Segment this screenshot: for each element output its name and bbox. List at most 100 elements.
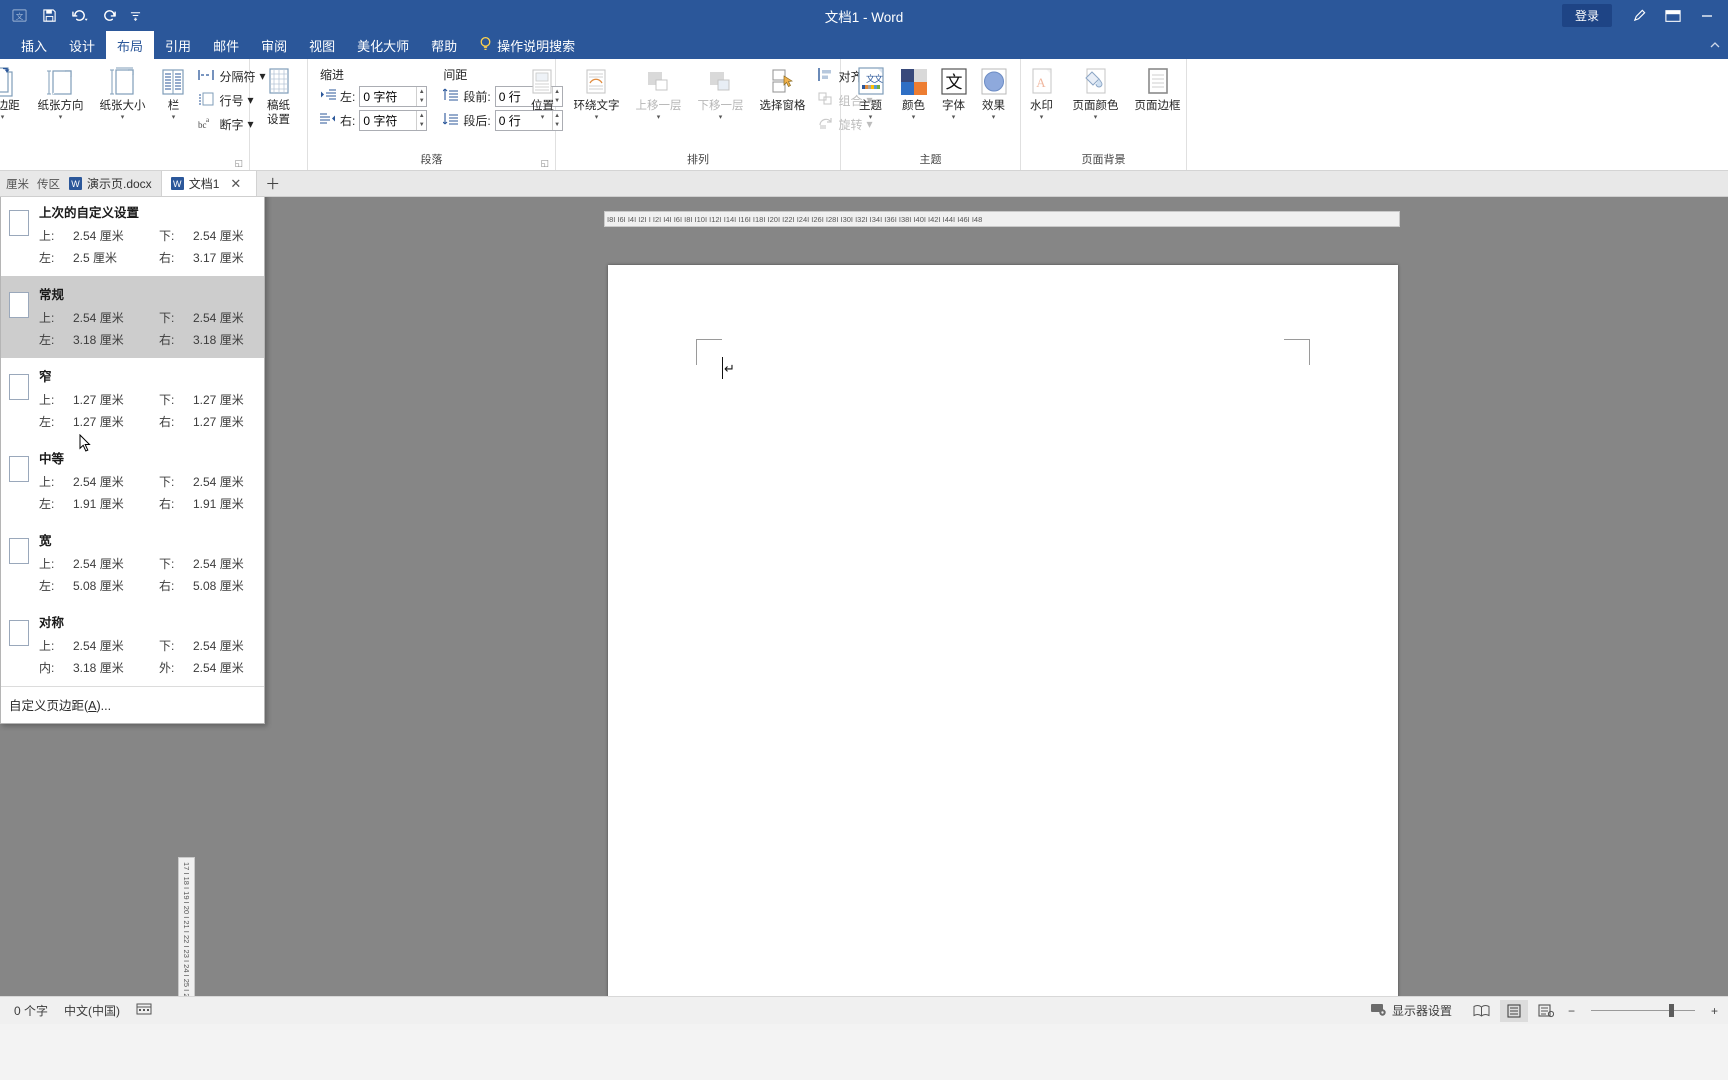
indent-left-input[interactable] bbox=[360, 87, 417, 106]
ribbon-tab-review[interactable]: 审阅 bbox=[250, 31, 298, 59]
share-area-label[interactable]: 传区 bbox=[37, 176, 60, 192]
ribbon-tab-references[interactable]: 引用 bbox=[154, 31, 202, 59]
tell-me-search[interactable]: 操作说明搜索 bbox=[468, 31, 586, 59]
ribbon-tab-design[interactable]: 设计 bbox=[58, 31, 106, 59]
page-color-button[interactable]: 页面颜色 ▾ bbox=[1065, 62, 1127, 125]
feedback-icon[interactable] bbox=[1622, 3, 1656, 29]
ribbon: 页边距 ▾ 纸张方向 ▾ bbox=[0, 59, 1728, 171]
horizontal-ruler-ticks: I8I I6I I4I I2I I I2I I4I I6I I8I I10I I… bbox=[607, 214, 983, 224]
spin-down-icon[interactable]: ▼ bbox=[417, 120, 427, 130]
web-layout-view-button[interactable] bbox=[1532, 1000, 1560, 1022]
orientation-button[interactable]: 纸张方向 ▾ bbox=[29, 62, 91, 125]
margins-button[interactable]: 页边距 ▾ bbox=[0, 62, 29, 125]
ribbon-tab-help[interactable]: 帮助 bbox=[420, 31, 468, 59]
columns-button[interactable]: 栏 ▾ bbox=[153, 62, 193, 125]
menu-item-mirrored[interactable]: 对称 上: 2.54 厘米 下: 2.54 厘米 内: 3.18 厘米 外: 2… bbox=[1, 604, 264, 686]
themes-button[interactable]: 文 文 主题 ▾ bbox=[848, 62, 894, 125]
save-icon[interactable] bbox=[34, 3, 64, 29]
indent-left-spinner[interactable]: ▲▼ bbox=[359, 86, 428, 107]
page-setup-dialog-launcher[interactable]: ◱ bbox=[234, 158, 243, 169]
spacing-before-label: 段前: bbox=[463, 90, 491, 104]
chevron-down-icon[interactable]: ▾ bbox=[595, 114, 599, 122]
page-background-group-title: 页面背景 bbox=[1081, 154, 1126, 166]
new-tab-button[interactable]: ＋ bbox=[257, 171, 288, 196]
language-label[interactable]: 中文(中国) bbox=[64, 1002, 120, 1019]
position-button[interactable]: 位置 ▾ bbox=[519, 62, 565, 125]
chevron-down-icon[interactable]: ▾ bbox=[992, 114, 996, 122]
zoom-slider-thumb[interactable] bbox=[1668, 1004, 1674, 1017]
read-mode-view-button[interactable] bbox=[1468, 1000, 1496, 1022]
chevron-down-icon[interactable]: ▾ bbox=[1, 114, 5, 122]
indent-left-spin-arrows[interactable]: ▲ ▼ bbox=[416, 87, 427, 106]
minimize-icon[interactable] bbox=[1690, 3, 1724, 29]
spin-up-icon[interactable]: ▲ bbox=[417, 111, 427, 121]
columns-icon bbox=[159, 65, 187, 99]
zoom-slider[interactable] bbox=[1590, 1004, 1695, 1017]
margins-dropdown-menu[interactable]: 上次的自定义设置 上: 2.54 厘米 下: 2.54 厘米 左: 2.5 厘米… bbox=[0, 197, 265, 724]
print-layout-view-button[interactable] bbox=[1499, 999, 1528, 1022]
chevron-down-icon[interactable]: ▾ bbox=[1094, 114, 1098, 122]
chevron-down-icon[interactable]: ▾ bbox=[869, 114, 873, 122]
display-settings-button[interactable]: 显示器设置 bbox=[1370, 1002, 1452, 1020]
wrap-text-button[interactable]: 环绕文字 ▾ bbox=[565, 62, 627, 125]
indent-heading: 缩进 bbox=[320, 68, 345, 82]
margin-value: 1.91 厘米 bbox=[193, 497, 244, 511]
menu-item-narrow[interactable]: 窄 上: 1.27 厘米 下: 1.27 厘米 左: 1.27 厘米 右: 1.… bbox=[1, 358, 264, 440]
indent-right-input[interactable] bbox=[360, 111, 417, 130]
margin-key: 下: bbox=[159, 311, 175, 325]
ribbon-tab-layout[interactable]: 布局 bbox=[106, 31, 155, 59]
theme-fonts-button[interactable]: 文 字体 ▾ bbox=[934, 62, 974, 125]
page-background-group-label: 页面背景 bbox=[1025, 151, 1182, 170]
orientation-icon bbox=[45, 65, 75, 99]
manuscript-settings-button[interactable]: 稿纸 设置 bbox=[256, 62, 302, 130]
chevron-down-icon[interactable]: ▾ bbox=[59, 114, 63, 122]
paragraph-dialog-launcher[interactable]: ◱ bbox=[540, 158, 549, 169]
zoom-in-button[interactable]: + bbox=[1707, 1004, 1722, 1018]
display-settings-icon bbox=[1370, 1002, 1387, 1020]
ribbon-tab-mailings[interactable]: 邮件 bbox=[202, 31, 250, 59]
chevron-down-icon[interactable]: ▾ bbox=[1040, 114, 1044, 122]
zoom-out-button[interactable]: − bbox=[1564, 1004, 1579, 1018]
customize-qat-icon[interactable] bbox=[124, 3, 146, 29]
watermark-button[interactable]: A 水印 ▾ bbox=[1019, 62, 1065, 125]
selection-pane-button[interactable]: 选择窗格 bbox=[751, 62, 813, 116]
chevron-down-icon[interactable]: ▾ bbox=[541, 114, 545, 122]
proofing-icon[interactable] bbox=[136, 1002, 152, 1019]
ribbon-tab-insert[interactable]: 插入 bbox=[10, 31, 58, 59]
theme-colors-button[interactable]: 颜色 ▾ bbox=[894, 62, 934, 125]
ribbon-tab-beautify-master[interactable]: 美化大师 bbox=[346, 31, 420, 59]
page-borders-icon bbox=[1144, 65, 1172, 99]
menu-item-moderate[interactable]: 中等 上: 2.54 厘米 下: 2.54 厘米 左: 1.91 厘米 右: 1… bbox=[1, 440, 264, 522]
horizontal-ruler[interactable]: I8I I6I I4I I2I I I2I I4I I6I I8I I10I I… bbox=[604, 211, 1400, 227]
menu-item-last-custom[interactable]: 上次的自定义设置 上: 2.54 厘米 下: 2.54 厘米 左: 2.5 厘米… bbox=[1, 197, 264, 276]
document-page[interactable]: ↵ bbox=[608, 265, 1398, 996]
size-button[interactable]: 纸张大小 ▾ bbox=[91, 62, 153, 125]
indent-right-spin-arrows[interactable]: ▲ ▼ bbox=[416, 111, 427, 130]
document-tab-presentation[interactable]: W 演示页.docx bbox=[60, 171, 162, 196]
vertical-ruler[interactable]: 17 I 18 I 19 I 20 I 21 I 22 I 23 I 24 I … bbox=[178, 857, 195, 996]
indent-right-spinner[interactable]: ▲▼ bbox=[359, 110, 428, 131]
page-borders-button[interactable]: 页面边框 bbox=[1127, 62, 1189, 116]
ribbon-tab-view[interactable]: 视图 bbox=[298, 31, 346, 59]
quick-access-toolbar: 文 bbox=[0, 3, 146, 29]
close-tab-icon[interactable]: ✕ bbox=[224, 176, 247, 192]
word-count-label[interactable]: 0 个字 bbox=[14, 1002, 48, 1019]
document-tab-label: 文档1 bbox=[188, 177, 220, 191]
ribbon-collapse-area[interactable] bbox=[1708, 31, 1728, 59]
chevron-down-icon[interactable]: ▾ bbox=[172, 114, 176, 122]
ribbon-display-options-icon[interactable] bbox=[1656, 3, 1690, 29]
menu-item-wide[interactable]: 宽 上: 2.54 厘米 下: 2.54 厘米 左: 5.08 厘米 右: 5.… bbox=[1, 522, 264, 604]
custom-margins-menu-item[interactable]: 自定义页边距(A)... bbox=[1, 686, 264, 723]
spin-down-icon[interactable]: ▼ bbox=[417, 96, 427, 106]
sign-in-button[interactable]: 登录 bbox=[1561, 4, 1612, 27]
chevron-down-icon[interactable]: ▾ bbox=[912, 114, 916, 122]
theme-effects-button[interactable]: 效果 ▾ bbox=[974, 62, 1014, 125]
menu-item-normal[interactable]: 常规 上: 2.54 厘米 下: 2.54 厘米 左: 3.18 厘米 右: 3… bbox=[1, 276, 264, 358]
chevron-down-icon[interactable]: ▾ bbox=[952, 114, 956, 122]
chevron-down-icon[interactable]: ▾ bbox=[121, 114, 125, 122]
document-tab-doc1[interactable]: W 文档1 ✕ bbox=[161, 171, 258, 196]
spin-up-icon[interactable]: ▲ bbox=[417, 87, 427, 97]
redo-icon[interactable] bbox=[94, 3, 124, 29]
undo-icon[interactable] bbox=[64, 3, 94, 29]
margin-key: 右: bbox=[159, 579, 175, 593]
